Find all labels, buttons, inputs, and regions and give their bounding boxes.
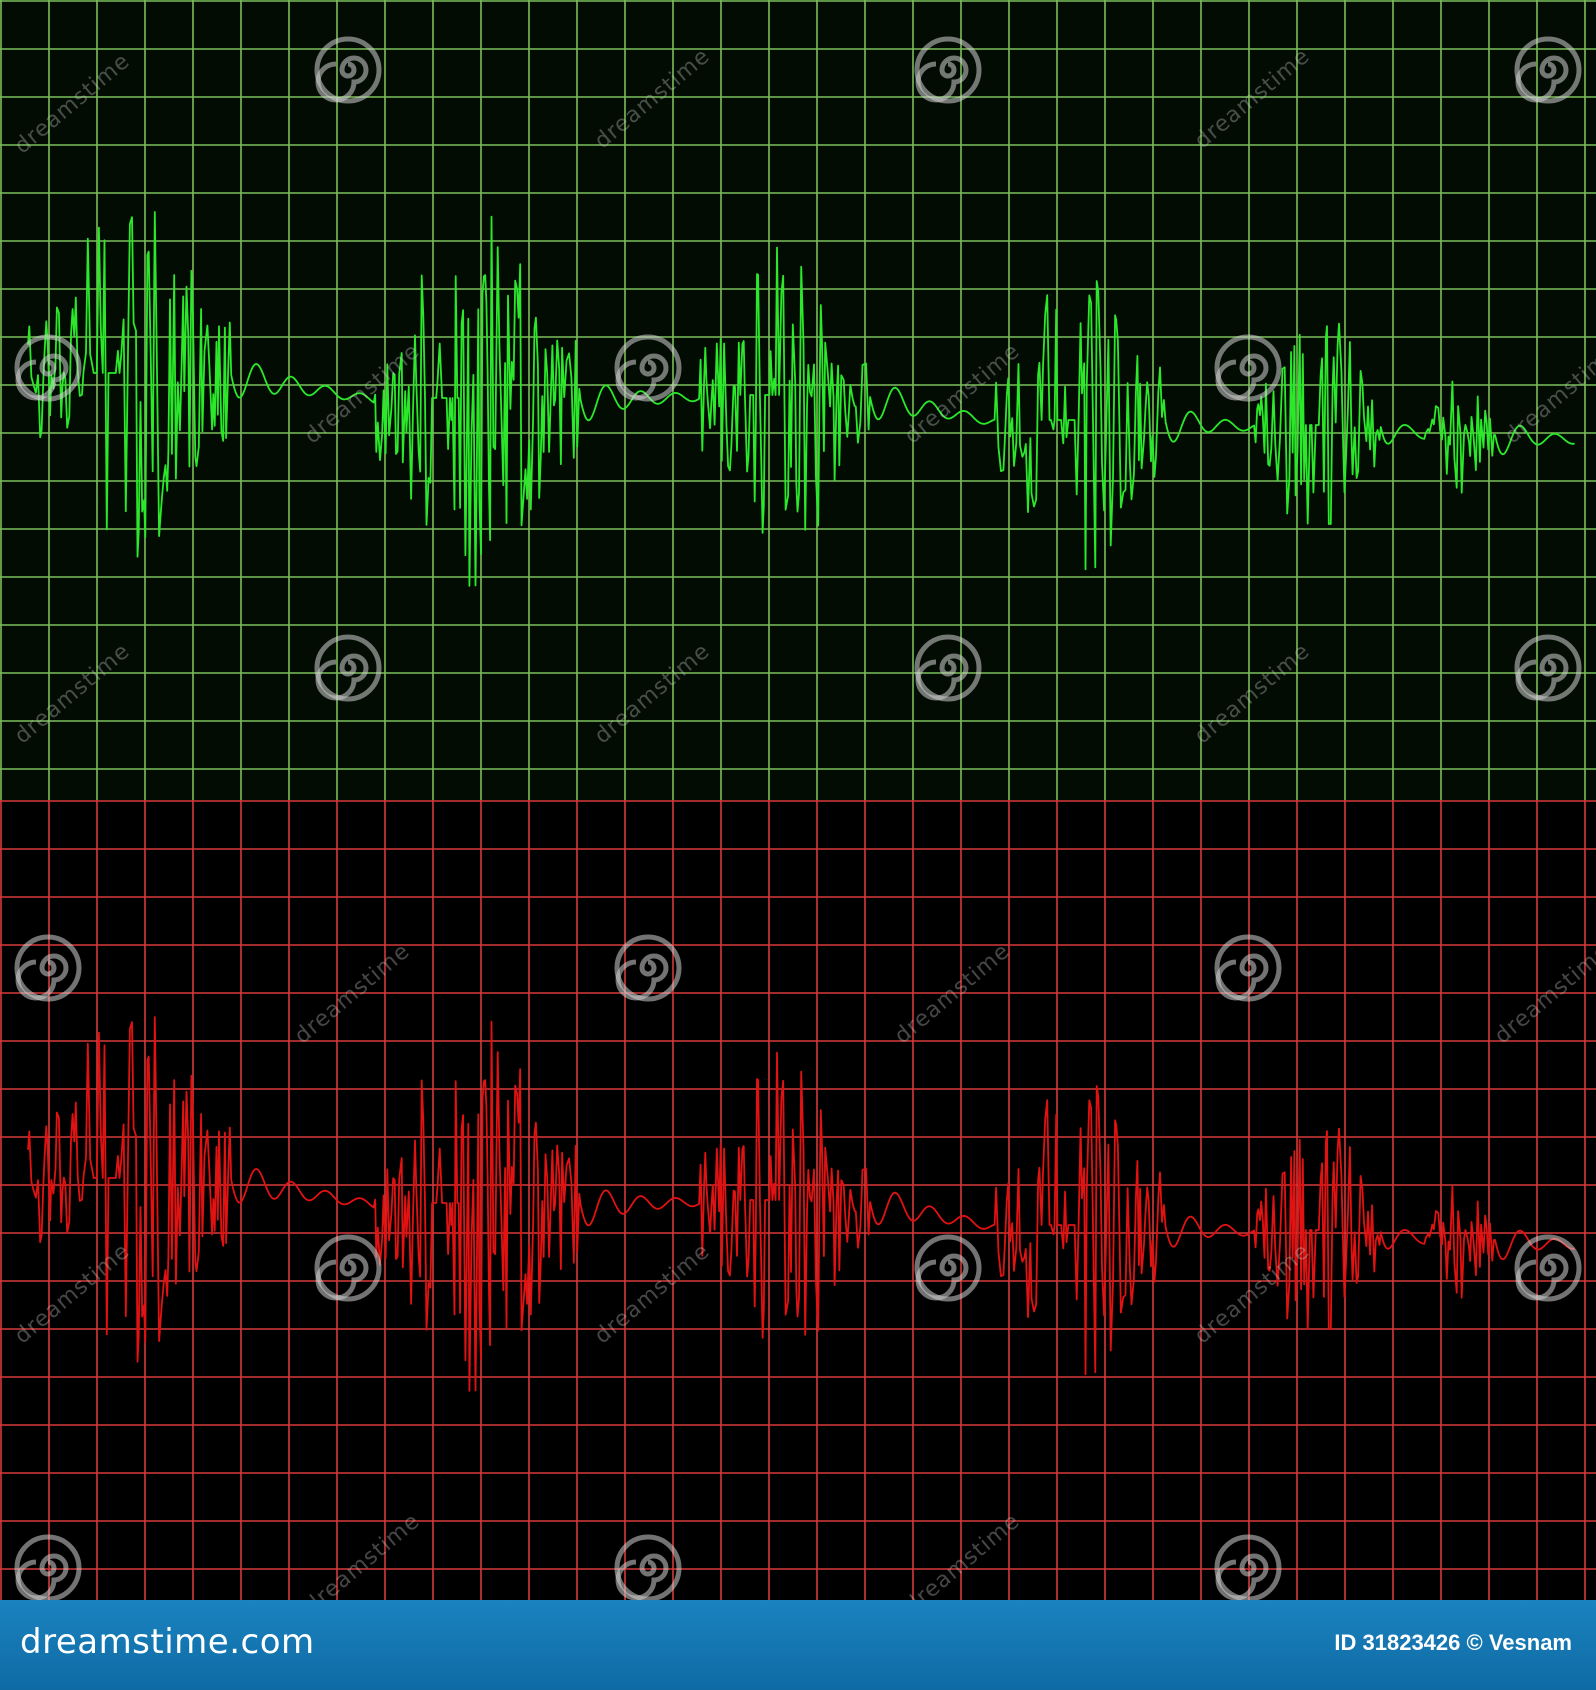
footer-brand: dreamstime.com [20, 1622, 315, 1662]
green-waveform-panel [0, 0, 1596, 800]
red-oscilloscope-display [0, 800, 1596, 1600]
red-waveform-panel [0, 800, 1596, 1600]
green-oscilloscope-display [0, 0, 1596, 800]
footer-bar: dreamstime.com ID 31823426 © Vesnam [0, 1600, 1596, 1690]
panel-background [0, 0, 1596, 800]
footer-credit: ID 31823426 © Vesnam [1334, 1630, 1572, 1655]
panel-background [0, 800, 1596, 1600]
